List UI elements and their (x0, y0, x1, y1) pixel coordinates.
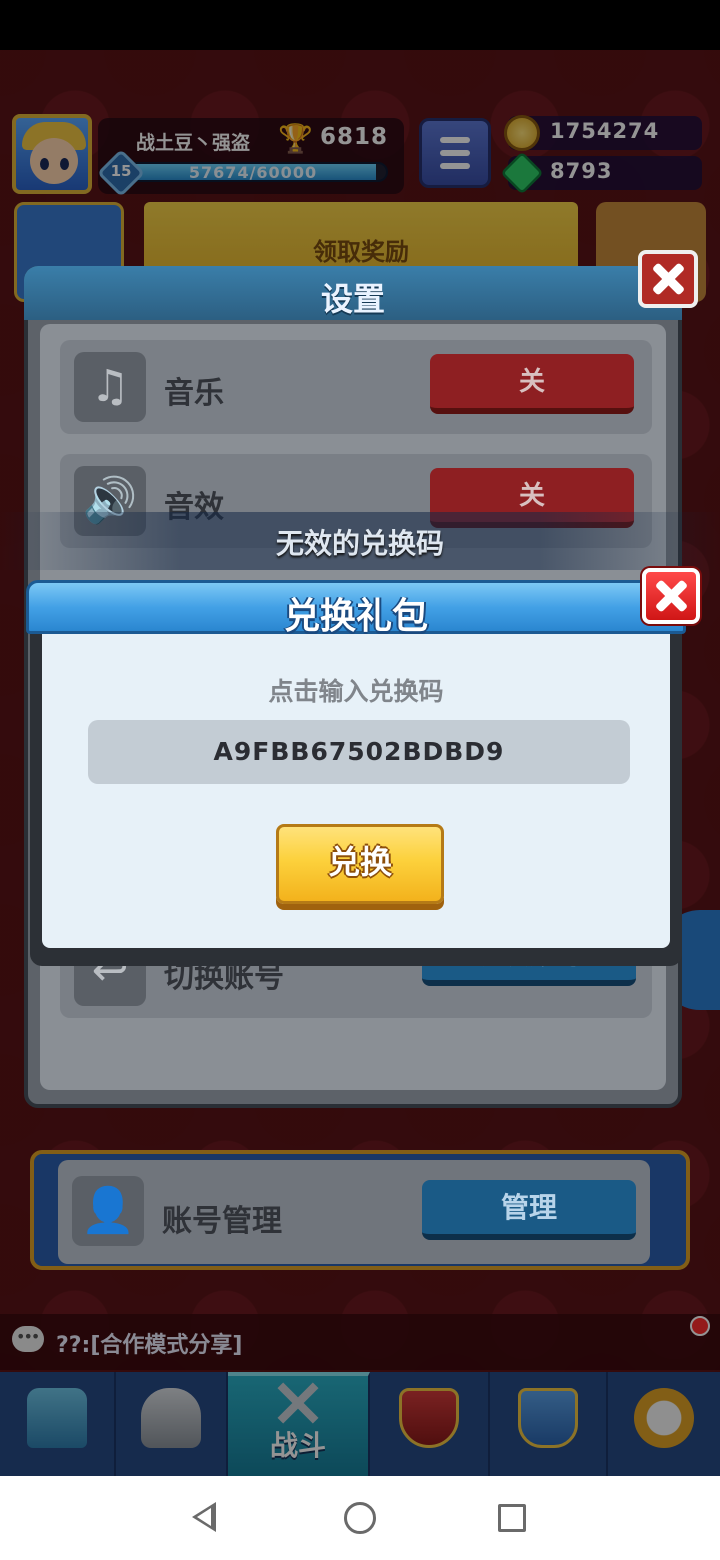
redeem-button[interactable]: 兑换 (276, 824, 444, 904)
music-note-icon: ♫ (74, 352, 146, 422)
music-toggle-label: 关 (518, 367, 545, 397)
redeem-dialog: 兑换礼包 点击输入兑换码 A9FBB67502BDBD9 兑换 (26, 580, 686, 966)
redeem-code-input[interactable]: A9FBB67502BDBD9 (88, 720, 630, 784)
settings-header: 设置 (24, 266, 682, 320)
toast-message: 无效的兑换码 (275, 527, 444, 560)
setting-label-account-manage: 账号管理 (162, 1204, 282, 1239)
redeem-body: 点击输入兑换码 A9FBB67502BDBD9 兑换 (42, 634, 670, 948)
setting-label-music: 音乐 (164, 376, 224, 411)
redeem-title: 兑换礼包 (283, 596, 428, 637)
back-icon[interactable] (192, 1502, 216, 1532)
setting-row-music: ♫ 音乐 关 (60, 340, 652, 434)
setting-row-account-manage: 👤 账号管理 管理 (58, 1160, 650, 1264)
recent-apps-icon[interactable] (498, 1504, 526, 1532)
system-nav-bar (0, 1476, 720, 1560)
music-toggle-button[interactable]: 关 (430, 354, 634, 414)
close-icon (651, 262, 685, 296)
account-manage-button[interactable]: 管理 (422, 1180, 636, 1240)
redeem-button-label: 兑换 (327, 843, 392, 881)
redeem-hint: 点击输入兑换码 (268, 677, 444, 706)
home-icon[interactable] (344, 1502, 376, 1534)
settings-title: 设置 (320, 280, 385, 318)
redeem-close-button[interactable] (642, 568, 700, 624)
close-icon (654, 579, 688, 613)
user-icon: 👤 (72, 1176, 144, 1246)
settings-close-button[interactable] (638, 250, 698, 308)
account-manage-button-label: 管理 (500, 1191, 557, 1224)
redeem-header: 兑换礼包 (26, 580, 686, 637)
